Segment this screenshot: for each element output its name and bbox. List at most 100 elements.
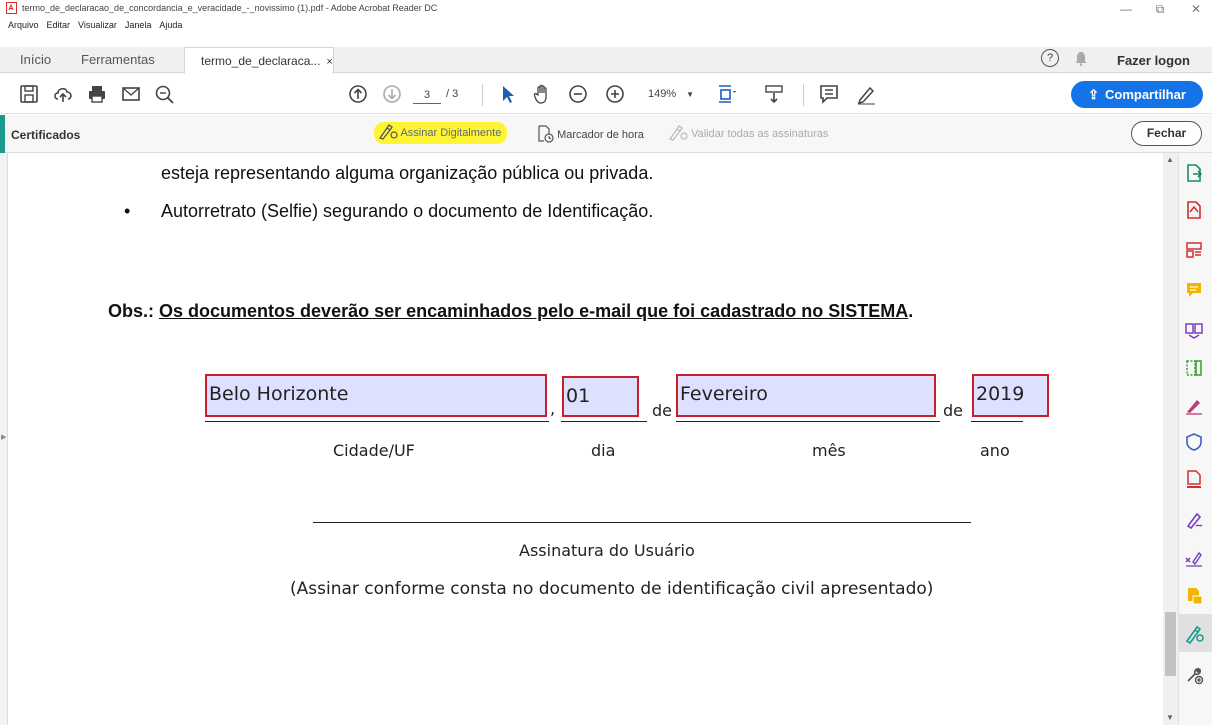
validate-all-label: Validar todas as assinaturas [691,128,829,140]
zoom-out-icon[interactable] [567,83,589,105]
share-label: Compartilhar [1105,87,1186,102]
next-page-icon[interactable] [381,83,403,105]
compress-pdf-icon[interactable] [1184,358,1204,378]
day-field[interactable]: 01 [562,376,639,417]
doc-line-organization: esteja representando alguma organização … [161,163,654,183]
send-for-review-icon[interactable] [1184,586,1204,606]
page-number-input[interactable]: 3 [413,86,441,104]
left-pane-toggle[interactable]: ▶ [0,153,8,725]
print-icon[interactable] [86,83,108,105]
cloud-upload-icon[interactable] [52,83,74,105]
pen-icon[interactable] [855,83,877,105]
title-bar: termo_de_declaracao_de_concordancia_e_ve… [0,0,1212,18]
tab-bar: Início Ferramentas termo_de_declaraca...… [0,47,1212,74]
menu-ajuda[interactable]: Ajuda [159,20,182,30]
chevron-right-icon: ▶ [1,434,7,441]
fill-sign-icon[interactable] [1184,395,1204,415]
menu-janela[interactable]: Janela [125,20,152,30]
menu-visualizar[interactable]: Visualizar [78,20,117,30]
pdf-app-icon [6,2,17,14]
scroll-mode-icon[interactable] [763,83,785,105]
clock-document-icon [538,125,554,143]
save-icon[interactable] [18,83,40,105]
certificates-accent [0,115,5,153]
prev-page-icon[interactable] [347,83,369,105]
request-signature-icon[interactable] [1184,548,1204,568]
share-icon: ⇪ [1088,87,1099,102]
year-field[interactable]: 2019 [972,374,1049,417]
toolbar-divider [803,84,804,106]
signature-note: (Assinar conforme consta no documento de… [290,579,934,599]
login-link[interactable]: Fazer logon [1117,53,1190,68]
menu-arquivo[interactable]: Arquivo [8,20,39,30]
page-total: / 3 [446,88,459,100]
month-field[interactable]: Fevereiro [676,374,936,417]
timestamp-button[interactable]: Marcador de hora [536,125,644,143]
day-underline [561,421,647,422]
validate-all-button[interactable]: Validar todas as assinaturas [668,125,828,141]
chevron-down-icon: ▼ [686,90,695,99]
minimize-button[interactable]: — [1116,2,1136,16]
zoom-select[interactable]: 149% ▼ [648,88,694,100]
create-pdf-icon[interactable] [1184,200,1204,220]
obs-label: Obs.: [108,301,155,321]
hand-tool-icon[interactable] [531,83,553,105]
export-pdf-icon[interactable] [1184,163,1204,183]
select-cursor-icon[interactable] [497,83,519,105]
help-icon[interactable]: ? [1041,49,1059,67]
signature-line [313,522,971,523]
tab-document[interactable]: termo_de_declaraca... × [184,47,334,74]
obs-text: Os documentos deverão ser encaminhados p… [159,301,909,321]
redact-icon[interactable] [1184,469,1204,489]
bell-icon[interactable] [1074,51,1088,66]
scroll-down-icon[interactable]: ▼ [1166,713,1174,722]
close-certificates-button[interactable]: Fechar [1131,121,1202,146]
close-window-button[interactable]: ✕ [1186,2,1206,16]
toolbar-divider [482,84,483,106]
tab-home[interactable]: Início [20,47,51,73]
search-icon[interactable] [153,83,175,105]
city-underline [205,421,549,422]
sign-digitally-button[interactable]: Assinar Digitalmente [374,122,508,144]
scrollbar-thumb[interactable] [1165,612,1176,676]
zoom-value: 149% [648,88,677,100]
city-caption: Cidade/UF [333,441,415,460]
de-label-2: de [943,401,963,420]
main-toolbar: 3 / 3 149% ▼ [0,74,1212,114]
month-caption: mês [812,441,846,460]
sign-digitally-label: Assinar Digitalmente [400,127,502,139]
protect-icon[interactable] [1184,432,1204,452]
year-underline [971,421,1023,422]
more-tools-icon[interactable] [1184,665,1204,685]
restore-button[interactable]: ⧉ [1150,2,1170,17]
city-field[interactable]: Belo Horizonte [205,374,547,417]
comma: , [550,399,556,418]
window-title: termo_de_declaracao_de_concordancia_e_ve… [22,3,438,13]
signature-label: Assinatura do Usuário [519,541,695,560]
certificates-tool-icon[interactable] [1184,624,1204,645]
menu-editar[interactable]: Editar [47,20,71,30]
organize-pages-icon[interactable] [1184,240,1204,260]
close-tab-icon[interactable]: × [326,56,332,68]
validate-pen-icon [668,125,688,141]
de-label-1: de [652,401,672,420]
comment-tool-icon[interactable] [1184,280,1204,300]
combine-files-icon[interactable] [1184,320,1204,340]
year-caption: ano [980,441,1010,460]
bullet: • [124,201,131,221]
tab-tools[interactable]: Ferramentas [81,47,155,73]
share-button[interactable]: ⇪ Compartilhar [1071,81,1203,108]
sign-pen-icon [378,124,398,140]
obs-end: . [908,301,914,321]
obs-paragraph: Obs.: Os documentos deverão ser encaminh… [108,301,913,322]
tab-document-label: termo_de_declaraca... [201,54,321,68]
doc-line-selfie: Autorretrato (Selfie) segurando o docume… [161,201,654,221]
comment-icon[interactable] [818,83,840,105]
document-page: esteja representando alguma organização … [9,153,1163,725]
zoom-in-icon[interactable] [604,83,626,105]
email-icon[interactable] [120,83,142,105]
day-caption: dia [591,441,616,460]
signature-tool-icon[interactable] [1184,510,1204,530]
page-fit-icon[interactable] [716,83,738,105]
scroll-up-icon[interactable]: ▲ [1166,155,1174,164]
